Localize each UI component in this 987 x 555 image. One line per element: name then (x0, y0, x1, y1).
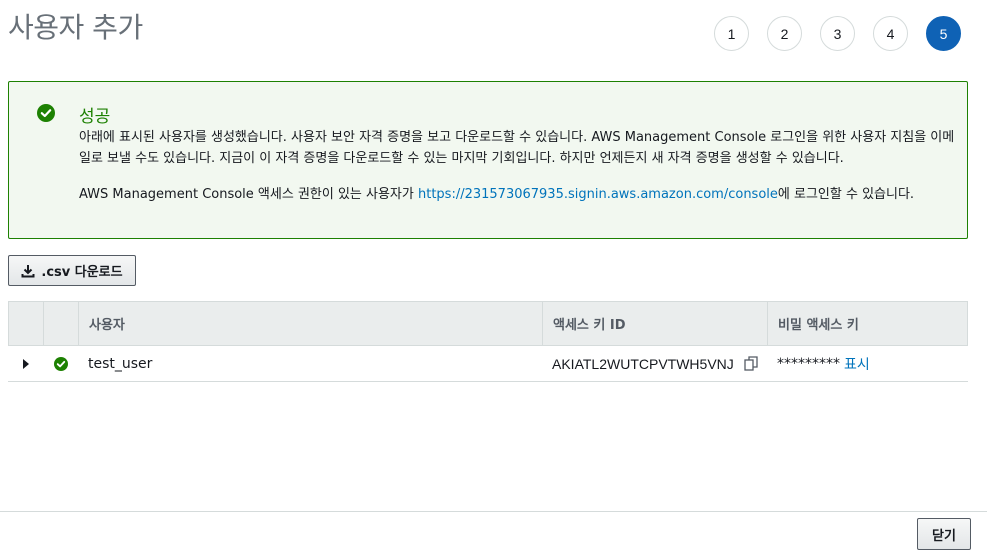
alert-title: 성공 (79, 107, 111, 127)
close-button[interactable]: 닫기 (917, 518, 971, 550)
caret-right-icon (22, 358, 29, 369)
alert-console-prefix: AWS Management Console 액세스 권한이 있는 사용자가 (79, 187, 418, 202)
users-table: 사용자 액세스 키 ID 비밀 액세스 키 test_user AKIATL2W… (8, 301, 968, 382)
page-title: 사용자 추가 (8, 11, 143, 44)
alert-body: 아래에 표시된 사용자를 생성했습니다. 사용자 보안 자격 증명을 보고 다운… (79, 127, 959, 205)
step-1[interactable]: 1 (714, 16, 749, 51)
access-key-id: AKIATL2WUTCPVTWH5VNJ (552, 355, 734, 372)
access-key-cell: AKIATL2WUTCPVTWH5VNJ (542, 346, 767, 381)
table-row: test_user AKIATL2WUTCPVTWH5VNJ *********… (8, 346, 968, 382)
success-alert: 성공 아래에 표시된 사용자를 생성했습니다. 사용자 보안 자격 증명을 보고… (8, 81, 968, 239)
header-user[interactable]: 사용자 (79, 302, 543, 345)
download-csv-button[interactable]: .csv 다운로드 (8, 255, 136, 286)
alert-console-message: AWS Management Console 액세스 권한이 있는 사용자가 h… (79, 184, 959, 205)
alert-console-suffix: 에 로그인할 수 있습니다. (777, 187, 915, 202)
check-circle-icon (37, 104, 55, 122)
row-status (43, 346, 78, 381)
header-access-key[interactable]: 액세스 키 ID (543, 302, 768, 345)
download-icon (21, 264, 35, 277)
secret-key-cell: ********* 표시 (767, 346, 968, 381)
step-5-active[interactable]: 5 (926, 16, 961, 51)
footer-divider (0, 511, 987, 512)
expand-row-toggle[interactable] (8, 346, 43, 381)
step-3[interactable]: 3 (820, 16, 855, 51)
download-csv-label: .csv 다운로드 (41, 265, 123, 280)
step-4[interactable]: 4 (873, 16, 908, 51)
table-header: 사용자 액세스 키 ID 비밀 액세스 키 (8, 301, 968, 346)
header-expand-col (9, 302, 44, 345)
wizard-steps: 1 2 3 4 5 (714, 16, 961, 51)
success-icon (53, 356, 68, 371)
user-name: test_user (88, 355, 153, 372)
alert-message: 아래에 표시된 사용자를 생성했습니다. 사용자 보안 자격 증명을 보고 다운… (79, 130, 955, 166)
step-2[interactable]: 2 (767, 16, 802, 51)
header-status-col (44, 302, 79, 345)
show-secret-link[interactable]: 표시 (844, 354, 870, 374)
console-signin-link[interactable]: https://231573067935.signin.aws.amazon.c… (418, 187, 778, 202)
copy-icon[interactable] (744, 356, 759, 371)
header-secret-key[interactable]: 비밀 액세스 키 (768, 302, 967, 345)
secret-key-masked: ********* (777, 355, 840, 372)
